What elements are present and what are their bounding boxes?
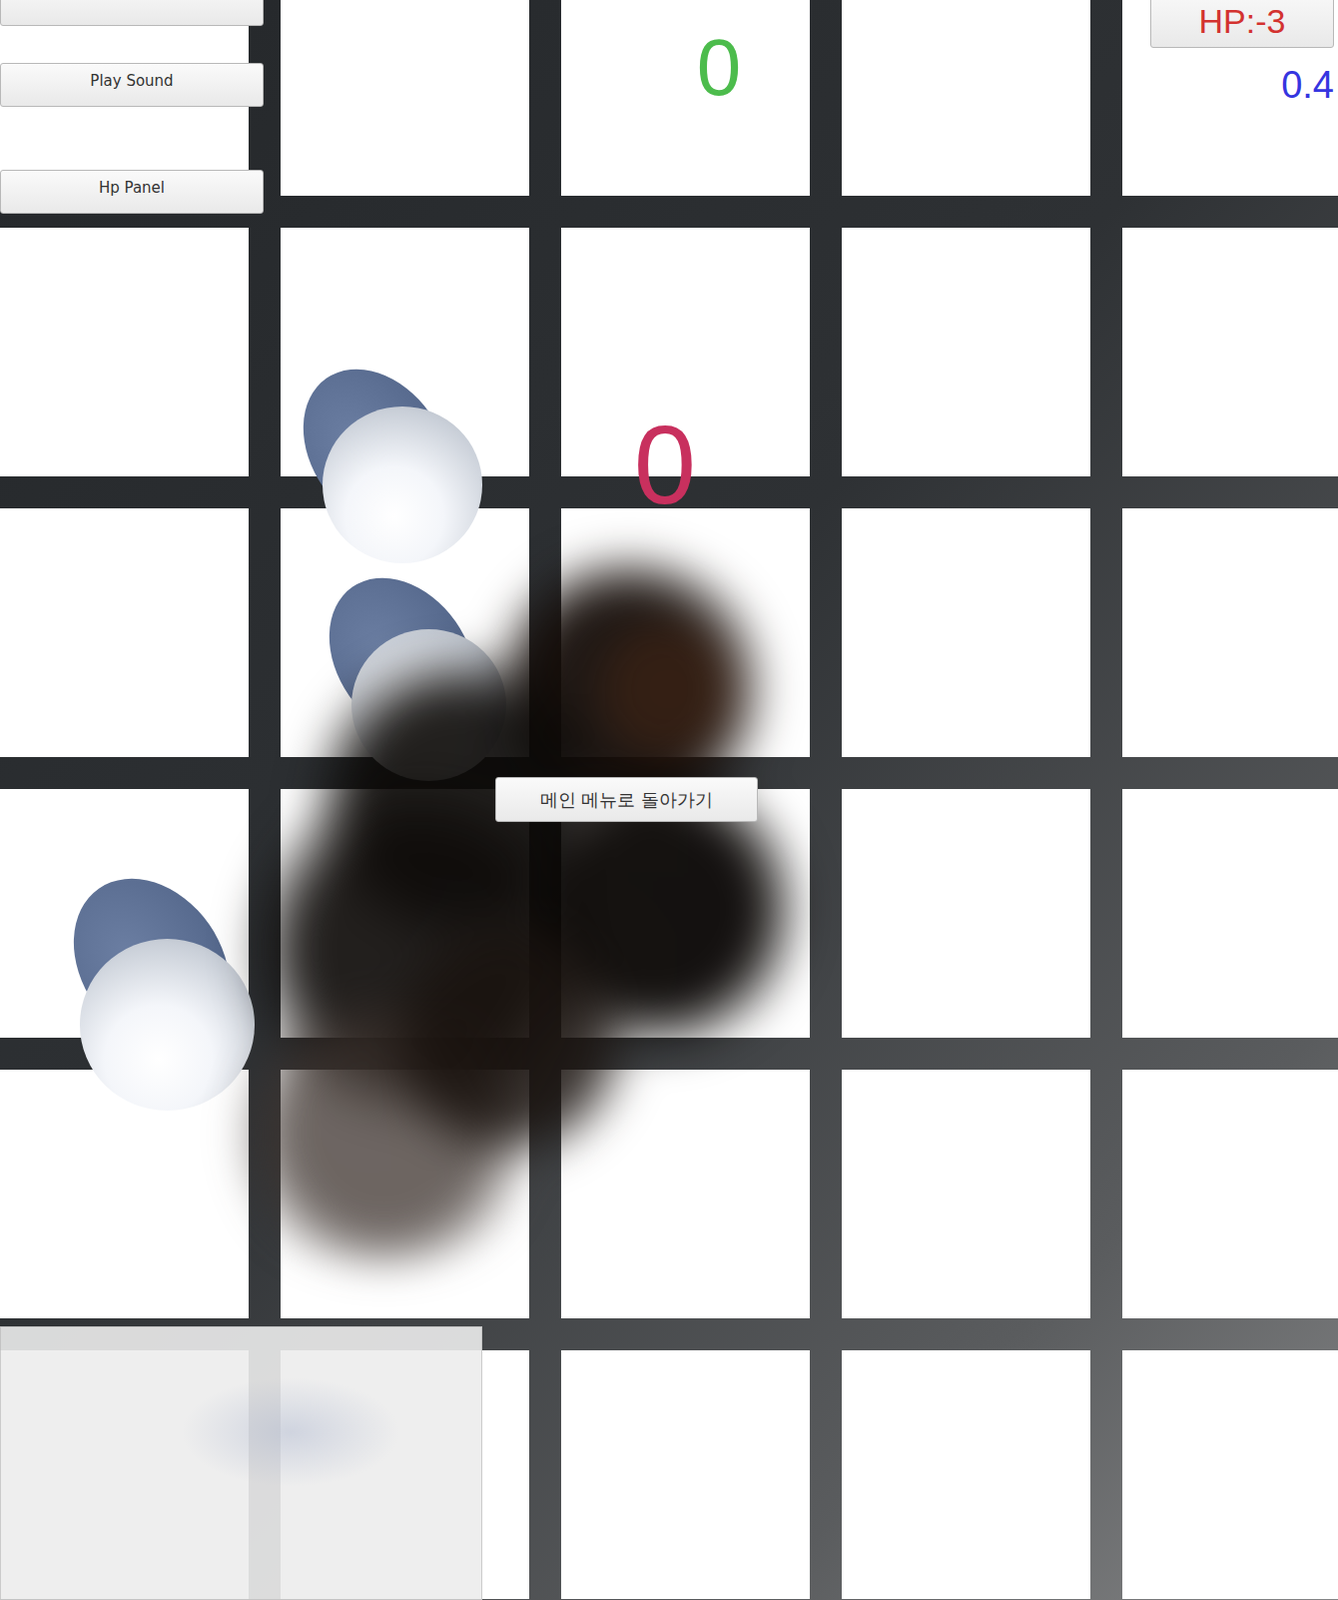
menu-button[interactable] bbox=[0, 0, 264, 26]
board-tile bbox=[841, 0, 1091, 196]
smoke-puff bbox=[589, 609, 749, 769]
joystick-knob[interactable] bbox=[180, 1376, 401, 1487]
board-tile bbox=[1122, 508, 1338, 757]
player-ball bbox=[79, 938, 255, 1111]
board-tile bbox=[1122, 1069, 1338, 1319]
hp-text: HP:-3 bbox=[1199, 1, 1287, 41]
timer-text: 0.4 bbox=[1281, 65, 1335, 104]
menu-button[interactable]: Play Sound bbox=[0, 62, 264, 107]
board-tile bbox=[561, 1349, 810, 1599]
joystick-panel[interactable] bbox=[0, 1326, 483, 1600]
score-text: 0 bbox=[669, 27, 769, 108]
button-label: 메인 메뉴로 돌아가기 bbox=[540, 787, 713, 812]
board-tile bbox=[1122, 1349, 1338, 1599]
board-tile bbox=[0, 227, 249, 477]
board-tile bbox=[0, 508, 249, 757]
board-tile bbox=[1122, 788, 1338, 1038]
smoke-puff bbox=[379, 908, 640, 1169]
board-tile bbox=[841, 1349, 1091, 1599]
button-label: Hp Panel bbox=[98, 178, 165, 197]
player-ball bbox=[322, 406, 483, 564]
board-tile bbox=[280, 0, 530, 196]
counter-text: 0 bbox=[585, 409, 745, 522]
board-tile bbox=[841, 1069, 1091, 1319]
board-tile bbox=[1122, 227, 1338, 477]
board-tile bbox=[561, 0, 810, 196]
board-tile bbox=[0, 1069, 249, 1319]
main-menu-button[interactable]: 메인 메뉴로 돌아가기 bbox=[495, 776, 758, 822]
menu-button[interactable]: Hp Panel bbox=[0, 169, 264, 214]
button-label: Play Sound bbox=[89, 71, 173, 90]
hp-box: HP:-3 bbox=[1150, 0, 1335, 48]
board-tile bbox=[841, 508, 1091, 757]
board-tile bbox=[841, 788, 1091, 1038]
smoke-cloud bbox=[179, 529, 959, 1329]
board-tile bbox=[841, 227, 1091, 477]
